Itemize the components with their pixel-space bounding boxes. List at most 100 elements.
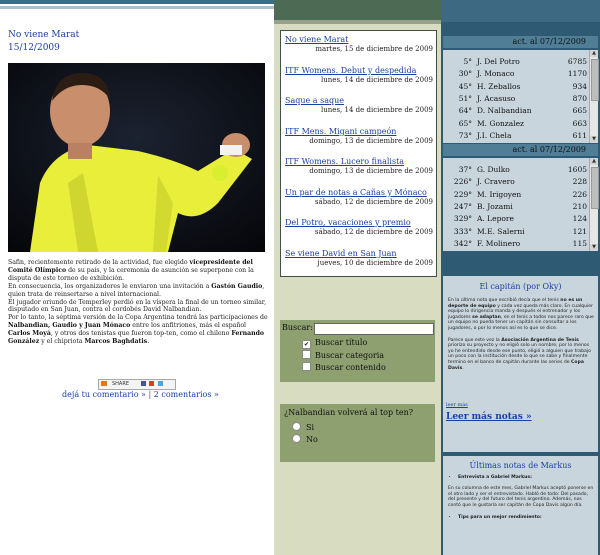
captain-paragraph: Parece que este vez la Asociación Argent… [448, 337, 591, 371]
news-item: Se viene David en San Juan jueves, 10 de … [285, 249, 433, 267]
search-option[interactable]: Buscar contenido [302, 362, 386, 372]
poll-option[interactable]: Si [292, 422, 314, 432]
ranking-row: 65° M. Gonzalez 663 [443, 119, 590, 130]
post-paragraph: En consecuencia, los organizadores le en… [8, 282, 265, 298]
markus-bullet-1: Entrevista a Gabriel Markus: [458, 475, 594, 481]
news-title-link[interactable]: Un par de notas a Cañas y Mónaco [285, 188, 433, 197]
poll-radio[interactable] [292, 422, 301, 431]
search-input[interactable] [314, 323, 434, 335]
ranking-position: 51° [458, 93, 472, 103]
ranking-points: 210 [572, 201, 587, 211]
poll-box: ¿Nalbandian volverá al top ten? Si No [280, 404, 435, 462]
news-date: lunes, 14 de diciembre de 2009 [321, 106, 433, 114]
news-title-link[interactable]: No viene Marat [285, 35, 433, 44]
middle-header-band [274, 0, 441, 20]
more-notes-link[interactable]: Leer más notas » [446, 412, 532, 422]
news-item: Saque a saque lunes, 14 de diciembre de 2… [285, 96, 433, 114]
news-date: sábado, 12 de diciembre de 2009 [314, 197, 433, 206]
ranking-row: 45° H. Zeballos 934 [443, 82, 590, 93]
player-name: F. Molinero [477, 238, 521, 248]
news-date: lunes, 14 de diciembre de 2009 [321, 75, 433, 84]
player-name: G. Dulko [477, 165, 510, 174]
ranking-points: 115 [572, 238, 587, 248]
top-bar-stripe [0, 6, 274, 9]
news-item: ITF Womens. Debut y despedida lunes, 14 d… [285, 66, 433, 84]
ranking-points: 611 [572, 130, 587, 140]
scroll-up-icon[interactable]: ▲ [590, 158, 598, 165]
right-header-band [441, 0, 600, 22]
news-date: domingo, 13 de diciembre de 2009 [309, 167, 433, 175]
poll-radio[interactable] [292, 434, 301, 443]
player-name: B. Jozami [477, 201, 513, 211]
ranking-position: 333° [453, 226, 472, 236]
news-date: domingo, 13 de diciembre de 2009 [309, 136, 433, 145]
ranking-position: 45° [458, 81, 472, 91]
captain-read-more-link[interactable]: leer más [446, 402, 468, 408]
captain-title[interactable]: El capitán (por Oky) [443, 282, 598, 291]
poll-question: ¿Nalbandian volverá al top ten? [284, 408, 414, 417]
ranking-points: 665 [572, 106, 587, 116]
news-title-link[interactable]: ITF Mens. Migani campeón [285, 127, 433, 136]
comments-count-link[interactable]: 2 comentarios » [154, 390, 219, 399]
comments-line: dejá tu comentario » | 2 comentarios » [62, 390, 219, 399]
ranking-position: 247° [453, 201, 472, 211]
share-button[interactable]: SHARE [98, 379, 176, 390]
search-option[interactable]: ✔ Buscar título [302, 338, 367, 349]
ranking-header: act. al 07/12/2009 [443, 36, 598, 48]
news-title-link[interactable]: Del Potro, vacaciones y premio [285, 218, 433, 227]
scroll-up-icon[interactable]: ▲ [590, 50, 598, 57]
ranking-position: 65° [458, 118, 472, 128]
recent-posts-box: No viene Marat martes, 15 de diciembre de… [280, 30, 437, 277]
ranking-row: 229° M. Irigoyen 226 [443, 190, 590, 201]
post-title[interactable]: No viene Marat [8, 30, 79, 40]
delicious-icon [149, 381, 155, 386]
news-item: Del Potro, vacaciones y premio sábado, 12… [285, 218, 433, 236]
scroll-down-icon[interactable]: ▼ [590, 244, 598, 251]
search-option[interactable]: Buscar categoria [302, 350, 384, 360]
ranking-position: 30° [458, 69, 472, 79]
ranking-update-date: act. al 07/12/2009 [512, 37, 586, 46]
news-title-link[interactable]: Se viene David en San Juan [285, 249, 433, 258]
ranking-scrollbar[interactable]: ▲ ▼ [589, 50, 599, 143]
captain-paragraph: En la última nota que escribió decía que… [448, 298, 594, 331]
player-name: J. Cravero [477, 177, 515, 187]
ranking-points: 124 [572, 214, 587, 224]
ranking-points: 1170 [567, 69, 587, 79]
add-comment-link[interactable]: dejá tu comentario » [62, 390, 146, 399]
scroll-down-icon[interactable]: ▼ [590, 136, 598, 143]
main-column: No viene Marat 15/12/2009 Safin, recient… [0, 0, 274, 555]
markus-box: Últimas notas de Markus Entrevista a Gab… [443, 456, 598, 555]
news-title-link[interactable]: Saque a saque [285, 96, 433, 105]
search-option-checkbox[interactable] [302, 362, 311, 371]
twitter-icon [157, 381, 163, 386]
markus-text: Entrevista a Gabriel Markus: En su colum… [448, 475, 594, 521]
ranking-points: 228 [572, 177, 587, 187]
player-name: M.E. Salerni [477, 226, 525, 236]
ranking-row: 247° B. Jozami 210 [443, 202, 590, 213]
news-title-link[interactable]: ITF Womens. Lucero finalista [285, 157, 433, 166]
ranking-row: 37° G. Dulko 1605 [443, 165, 590, 176]
ranking-position: 64° [458, 106, 472, 116]
poll-option-label: Si [306, 423, 315, 432]
ranking-header: act. al 07/12/2009 [443, 144, 598, 156]
poll-option-label: No [306, 435, 318, 444]
ranking-points: 6785 [567, 57, 587, 66]
post-photo [8, 63, 265, 252]
search-option-label: Buscar categoria [315, 351, 385, 360]
scroll-thumb[interactable] [591, 167, 599, 209]
scroll-thumb[interactable] [591, 59, 599, 101]
ranking-list[interactable]: 37° G. Dulko 1605 226° J. Cravero 228 229° M. I… [443, 158, 590, 251]
poll-option[interactable]: No [292, 434, 318, 444]
ranking-row: 64° D. Nalbandian 665 [443, 106, 590, 117]
post-paragraph: El jugador oriundo de Temperley perdió e… [8, 298, 267, 314]
post-date: 15/12/2009 [8, 43, 60, 53]
search-option-checkbox[interactable]: ✔ [302, 340, 311, 349]
ranking-list[interactable]: 5° J. Del Potro 6785 30° J. Monaco 1170 45° H. … [443, 50, 590, 143]
news-title-link[interactable]: ITF Womens. Debut y despedida [285, 66, 433, 75]
search-option-checkbox[interactable] [302, 350, 311, 359]
ranking-row: 226° J. Cravero 228 [443, 177, 590, 188]
ranking-scrollbar[interactable]: ▲ ▼ [589, 158, 599, 251]
ranking-update-date: act. al 07/12/2009 [512, 145, 586, 154]
markus-paragraph: En su columna de este mes, Gabriel Marku… [448, 485, 594, 509]
markus-title[interactable]: Últimas notas de Markus [443, 461, 598, 470]
